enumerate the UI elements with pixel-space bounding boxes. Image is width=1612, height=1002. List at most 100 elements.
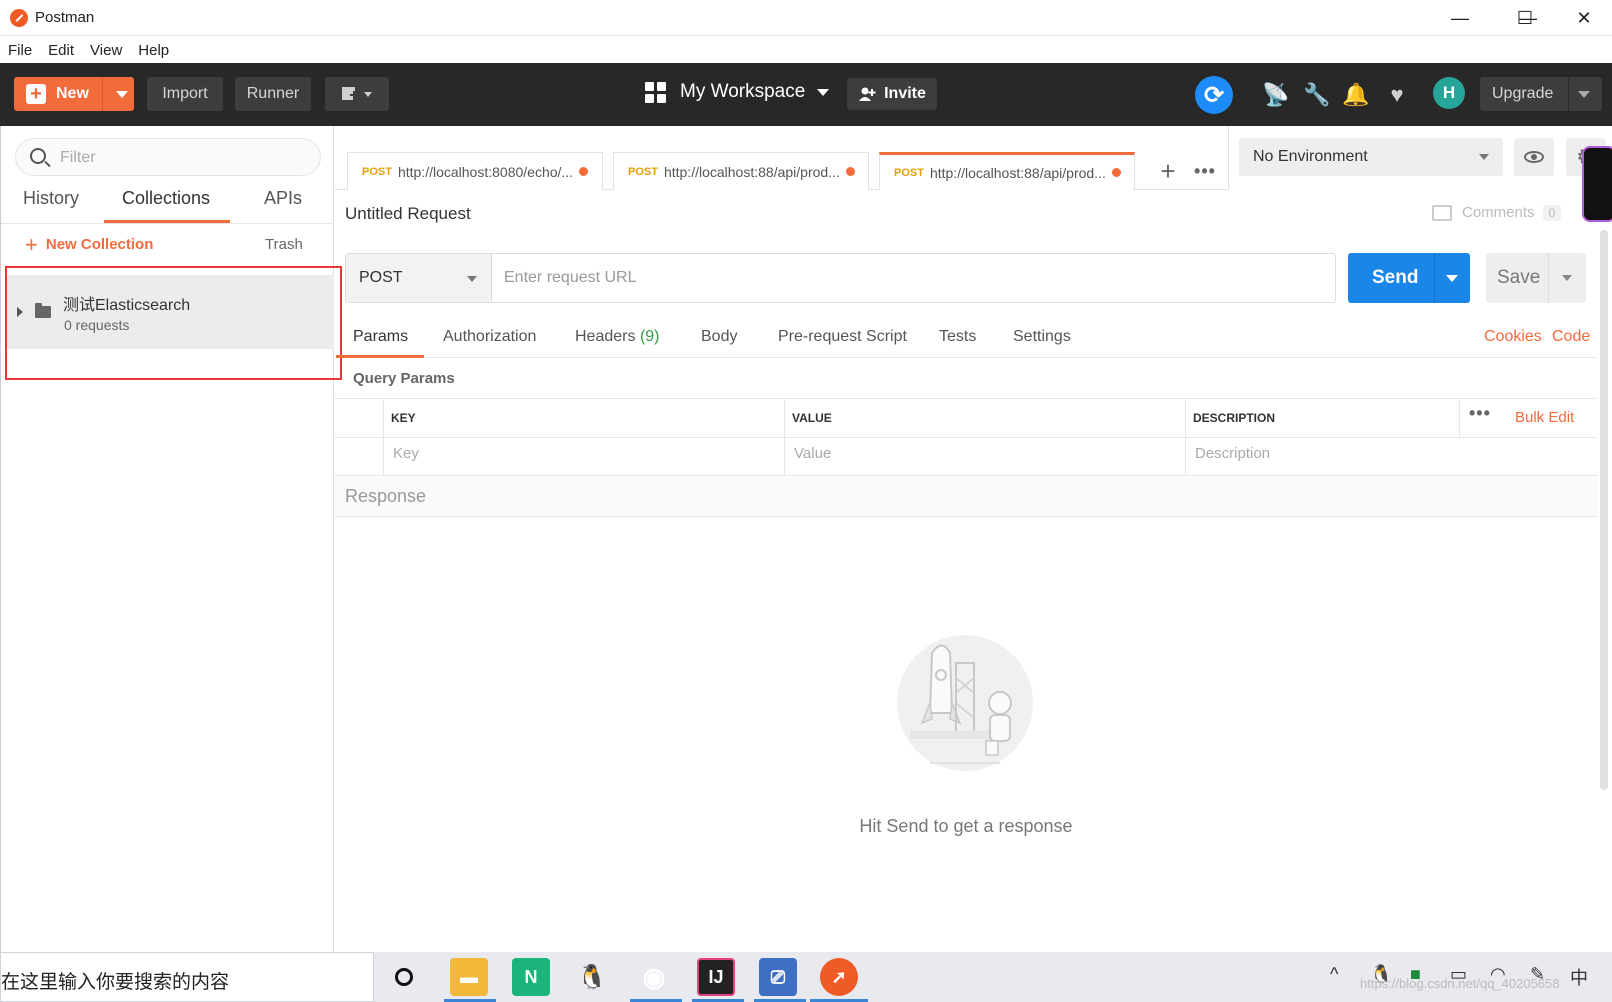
menu-edit[interactable]: Edit — [48, 42, 74, 59]
maximize-window-button[interactable]: ☐ — [1497, 0, 1553, 36]
cortana-icon[interactable] — [395, 968, 413, 986]
tab-collections[interactable]: Collections — [122, 188, 210, 217]
menu-file[interactable]: File — [8, 42, 32, 59]
send-button[interactable]: Send — [1348, 253, 1470, 303]
request-tab[interactable]: POST http://localhost:88/api/prod... — [613, 152, 869, 190]
input-method-icon[interactable]: 中 — [1570, 964, 1588, 990]
postman-logo-icon — [10, 9, 28, 27]
avatar[interactable]: H — [1433, 77, 1465, 109]
filter-input[interactable] — [60, 147, 300, 169]
new-collection-button[interactable]: + New Collection — [25, 231, 154, 257]
request-tab[interactable]: POST http://localhost:8080/echo/... — [347, 152, 603, 190]
workspace-label: My Workspace — [680, 81, 806, 102]
runner-button[interactable]: Runner — [235, 77, 311, 111]
url-input[interactable] — [491, 253, 1336, 303]
plus-icon: + — [25, 231, 38, 257]
intellij-icon[interactable]: IJ — [697, 958, 735, 996]
menu-help[interactable]: Help — [138, 42, 169, 59]
close-window-button[interactable]: ✕ — [1556, 0, 1612, 36]
send-label: Send — [1372, 267, 1419, 288]
description-input[interactable]: Description — [1195, 445, 1270, 462]
new-button[interactable]: + New — [14, 77, 134, 111]
rocket-astronaut-icon — [897, 635, 1033, 771]
trash-link[interactable]: Trash — [265, 236, 303, 253]
unsaved-dot-icon — [1111, 168, 1121, 177]
comments-button[interactable]: Comments 0 — [1432, 204, 1562, 221]
upgrade-divider — [1568, 77, 1569, 111]
cookies-link[interactable]: Cookies — [1484, 328, 1542, 346]
postman-taskbar-icon[interactable]: ➚ — [820, 958, 858, 996]
request-tabs-bar: POST http://localhost:8080/echo/... POST… — [335, 126, 1228, 190]
new-button-divider — [102, 77, 103, 111]
chevron-up-icon[interactable]: ^ — [1330, 964, 1338, 985]
heart-icon[interactable]: ♥ — [1383, 81, 1411, 109]
save-divider — [1548, 253, 1549, 303]
bulk-edit-link[interactable]: Bulk Edit — [1515, 409, 1574, 426]
file-explorer-icon[interactable]: ▬ — [450, 958, 488, 996]
qq-icon[interactable]: 🐧 — [573, 958, 611, 996]
tab-history[interactable]: History — [23, 188, 79, 217]
more-icon[interactable]: ••• — [1469, 403, 1491, 424]
import-button[interactable]: Import — [147, 77, 223, 111]
environment-quick-look-button[interactable] — [1514, 138, 1554, 176]
sync-icon[interactable]: ⟳ — [1195, 76, 1233, 114]
mindmaster-icon[interactable]: N — [512, 958, 550, 996]
floating-widget[interactable] — [1582, 146, 1612, 222]
query-params-title: Query Params — [353, 370, 455, 387]
satellite-icon[interactable]: 📡 — [1262, 81, 1290, 109]
menu-bar: File Edit View Help — [0, 37, 1612, 63]
menu-view[interactable]: View — [90, 42, 122, 59]
empty-response-message: Hit Send to get a response — [859, 816, 1073, 836]
tab-pre-request-script[interactable]: Pre-request Script — [778, 328, 907, 346]
headers-count: (9) — [639, 328, 660, 345]
environment-select[interactable]: No Environment — [1239, 138, 1503, 176]
code-link[interactable]: Code — [1552, 328, 1590, 346]
row-divider — [335, 437, 1597, 438]
request-tab-active[interactable]: POST http://localhost:88/api/prod... — [879, 152, 1135, 190]
eye-icon — [1524, 151, 1544, 163]
chrome-icon[interactable]: ◉ — [635, 958, 673, 996]
chevron-down-icon — [1479, 154, 1489, 160]
upgrade-label: Upgrade — [1492, 85, 1554, 102]
wrench-icon[interactable]: 🔧 — [1303, 81, 1331, 109]
new-window-button[interactable] — [325, 77, 389, 111]
tab-body[interactable]: Body — [701, 328, 737, 346]
tab-settings[interactable]: Settings — [1013, 328, 1071, 346]
plus-icon: + — [26, 84, 46, 104]
more-icon[interactable]: ••• — [1188, 152, 1222, 190]
column-divider — [784, 399, 785, 476]
query-params-table: KEY VALUE DESCRIPTION ••• Bulk Edit Key … — [335, 398, 1597, 476]
minimize-window-button[interactable]: — — [1432, 0, 1488, 36]
tab-tests[interactable]: Tests — [939, 328, 976, 346]
network-app-icon[interactable]: ⎚ — [759, 958, 797, 996]
chevron-down-icon[interactable] — [1578, 91, 1590, 98]
chevron-down-icon[interactable] — [1562, 275, 1572, 281]
column-divider — [383, 399, 384, 476]
tab-headers[interactable]: Headers (9) — [575, 328, 660, 346]
tab-apis[interactable]: APIs — [264, 188, 302, 217]
key-input[interactable]: Key — [393, 445, 419, 462]
add-tab-button[interactable]: + — [1151, 152, 1185, 190]
environment-label: No Environment — [1253, 148, 1368, 165]
tab-authorization[interactable]: Authorization — [443, 328, 536, 346]
unsaved-dot-icon — [579, 167, 589, 176]
save-button[interactable]: Save — [1486, 253, 1586, 303]
chevron-down-icon[interactable] — [1446, 275, 1458, 282]
workspace-selector[interactable]: My Workspace — [645, 81, 830, 103]
environment-bar: No Environment ⚙ — [1228, 126, 1612, 190]
new-button-label: New — [56, 85, 89, 102]
chevron-down-icon[interactable] — [116, 91, 128, 98]
new-collection-label: New Collection — [45, 236, 154, 253]
comment-icon — [1432, 204, 1452, 221]
bell-icon[interactable]: 🔔 — [1342, 81, 1370, 109]
value-input[interactable]: Value — [794, 445, 831, 462]
invite-button[interactable]: Invite — [847, 78, 937, 110]
scrollbar[interactable] — [1600, 230, 1608, 790]
tab-params[interactable]: Params — [353, 328, 408, 346]
request-title[interactable]: Untitled Request — [345, 204, 471, 224]
tab-method: POST — [628, 165, 658, 178]
method-select[interactable]: POST — [345, 253, 491, 303]
upgrade-button[interactable]: Upgrade — [1480, 77, 1602, 111]
windows-taskbar: 在这里输入你要搜索的内容 ▬ N 🐧 ◉ IJ ⎚ ➚ ^ 🐧 ■ ▭ ◠ ✎ … — [0, 952, 1612, 1002]
taskbar-search[interactable]: 在这里输入你要搜索的内容 — [0, 952, 374, 1002]
